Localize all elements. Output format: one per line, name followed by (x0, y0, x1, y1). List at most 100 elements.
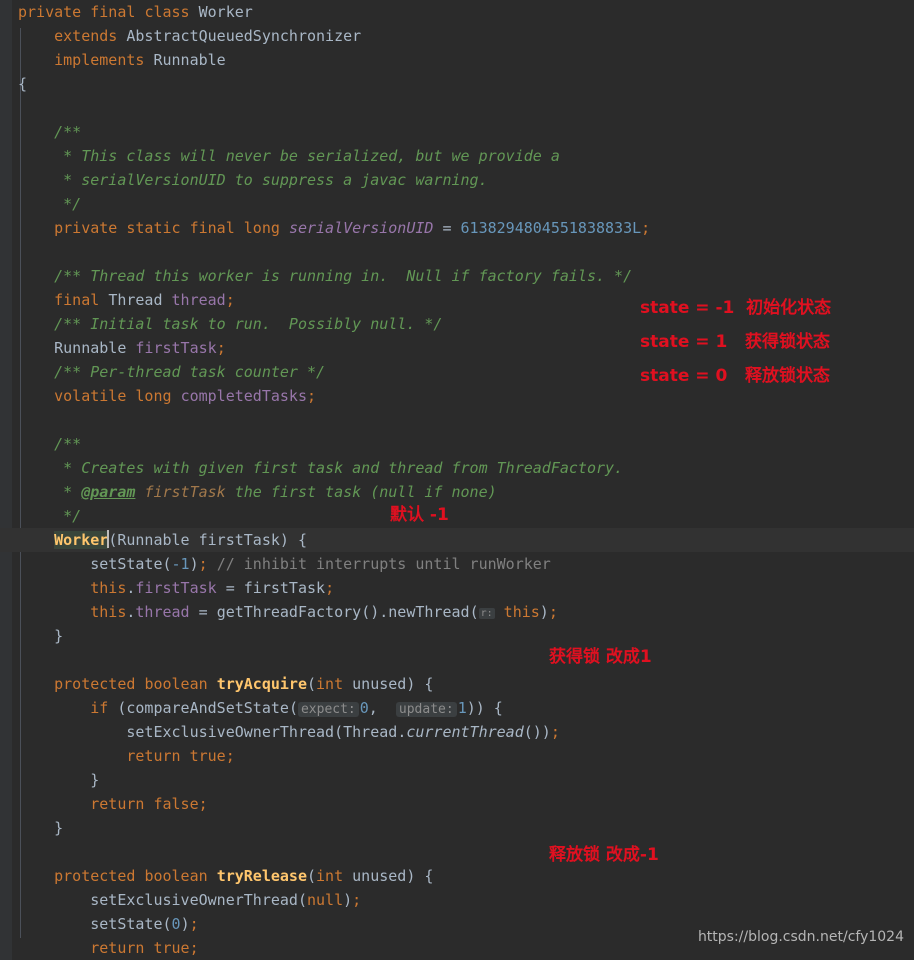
annotation-default-minus-one: 默认 -1 (390, 505, 449, 525)
token-javadoc: /** (54, 435, 82, 453)
token-paren: (). (361, 603, 389, 621)
token-keyword: boolean (144, 867, 208, 885)
code-content[interactable]: private final class Worker extends Abstr… (0, 0, 914, 960)
token-paren: ) (180, 915, 190, 933)
token-javadoc: the first task (null if none) (234, 483, 497, 501)
code-line[interactable]: * @param firstTask the first task (null … (0, 480, 914, 504)
token-number: 0 (359, 699, 369, 717)
code-line[interactable]: */ (0, 504, 914, 528)
code-line[interactable]: * This class will never be serialized, b… (0, 144, 914, 168)
code-line-blank[interactable] (0, 648, 914, 672)
code-line[interactable]: setExclusiveOwnerThread(null); (0, 888, 914, 912)
code-line[interactable]: setState(-1); // inhibit interrupts unti… (0, 552, 914, 576)
code-line[interactable]: * serialVersionUID to suppress a javac w… (0, 168, 914, 192)
inlay-hint-r[interactable]: r: (478, 608, 495, 619)
code-line[interactable]: { (0, 72, 914, 96)
token-keyword-this: this (90, 603, 127, 621)
token-semicolon: ; (216, 339, 226, 357)
token-keyword: int (316, 675, 344, 693)
token-paren: )) { (466, 699, 503, 717)
token-paren: ) { (279, 531, 307, 549)
token-method-call: getThreadFactory (216, 603, 362, 621)
code-line-focused[interactable]: Worker(Runnable firstTask) { (0, 528, 914, 552)
code-line[interactable]: } (0, 816, 914, 840)
token-number: 0 (171, 915, 181, 933)
code-line[interactable]: this.firstTask = firstTask; (0, 576, 914, 600)
token-keyword: extends (54, 27, 118, 45)
code-line[interactable]: /** (0, 432, 914, 456)
code-line[interactable]: } (0, 768, 914, 792)
annotation-acquire-lock: 获得锁 改成1 (549, 647, 652, 667)
token-method-call: setExclusiveOwnerThread (90, 891, 298, 909)
code-line[interactable]: extends AbstractQueuedSynchronizer (0, 24, 914, 48)
token-method-call: setExclusiveOwnerThread (126, 723, 335, 741)
token-paren: ( (108, 531, 118, 549)
code-editor[interactable]: private final class Worker extends Abstr… (0, 0, 914, 960)
token-method-call: newThread (388, 603, 470, 621)
code-line[interactable]: return true; (0, 744, 914, 768)
token-keyword: protected (54, 867, 136, 885)
token-keyword-this: this (90, 579, 127, 597)
token-semicolon: ; (307, 387, 317, 405)
token-semicolon: ; (198, 795, 208, 813)
code-line[interactable]: implements Runnable (0, 48, 914, 72)
token-number: 1 (457, 699, 467, 717)
code-line[interactable]: */ (0, 192, 914, 216)
token-keyword: return (90, 939, 145, 957)
token-parameter: firstTask (198, 531, 280, 549)
token-javadoc: /** Initial task to run. Possibly null. … (54, 315, 443, 333)
code-line-blank[interactable] (0, 96, 914, 120)
code-line-blank[interactable] (0, 408, 914, 432)
token-operator: = (198, 603, 208, 621)
code-line[interactable]: * Creates with given first task and thre… (0, 456, 914, 480)
token-paren: ( (297, 891, 307, 909)
code-line-blank[interactable] (0, 240, 914, 264)
token-paren: ) (189, 555, 199, 573)
code-line[interactable]: protected boolean tryRelease(int unused)… (0, 864, 914, 888)
watermark-url: https://blog.csdn.net/cfy1024 (697, 929, 904, 945)
token-semicolon: ; (225, 747, 235, 765)
token-class-name: Runnable (54, 339, 127, 357)
token-semicolon: ; (641, 219, 651, 237)
token-keyword: class (144, 3, 190, 21)
token-paren: ) (539, 603, 549, 621)
code-line[interactable]: this.thread = getThreadFactory().newThre… (0, 600, 914, 624)
code-line[interactable]: setExclusiveOwnerThread(Thread.currentTh… (0, 720, 914, 744)
token-keyword: if (90, 699, 109, 717)
token-javadoc-param-name: firstTask (144, 483, 226, 501)
token-semicolon: ; (189, 915, 199, 933)
token-keyword: int (316, 867, 344, 885)
token-keyword: boolean (144, 675, 208, 693)
token-dot: . (397, 723, 407, 741)
token-method-call: setState (90, 555, 163, 573)
token-keyword: false (153, 795, 199, 813)
code-line[interactable]: private static final long serialVersionU… (0, 216, 914, 240)
code-line[interactable]: /** Thread this worker is running in. Nu… (0, 264, 914, 288)
token-operator: = (225, 579, 235, 597)
token-javadoc: */ (63, 195, 82, 213)
token-class-name: Worker (198, 3, 253, 21)
token-constructor-name-highlighted[interactable]: Worker (54, 531, 109, 549)
code-line[interactable]: } (0, 624, 914, 648)
code-line-blank[interactable] (0, 840, 914, 864)
inlay-hint-expect[interactable]: expect: (297, 702, 359, 717)
constructor-name-text: Worker (54, 531, 109, 549)
token-operator: = (442, 219, 452, 237)
code-line[interactable]: private final class Worker (0, 0, 914, 24)
code-line[interactable]: if (compareAndSetState(expect: 0, update:… (0, 696, 914, 720)
token-paren: ) { (406, 867, 434, 885)
token-keyword: static (126, 219, 181, 237)
token-keyword: long (243, 219, 280, 237)
inlay-hint-update[interactable]: update: (395, 702, 457, 717)
code-line[interactable]: return false; (0, 792, 914, 816)
token-semicolon: ; (325, 579, 335, 597)
code-line[interactable]: protected boolean tryAcquire(int unused)… (0, 672, 914, 696)
token-field: firstTask (135, 579, 217, 597)
token-javadoc: /** Thread this worker is running in. Nu… (54, 267, 633, 285)
code-line[interactable]: /** (0, 120, 914, 144)
token-semicolon: ; (198, 555, 208, 573)
token-paren: ( (307, 867, 317, 885)
token-parameter: firstTask (243, 579, 326, 597)
token-paren: ( (162, 915, 172, 933)
token-keyword: private (18, 3, 82, 21)
